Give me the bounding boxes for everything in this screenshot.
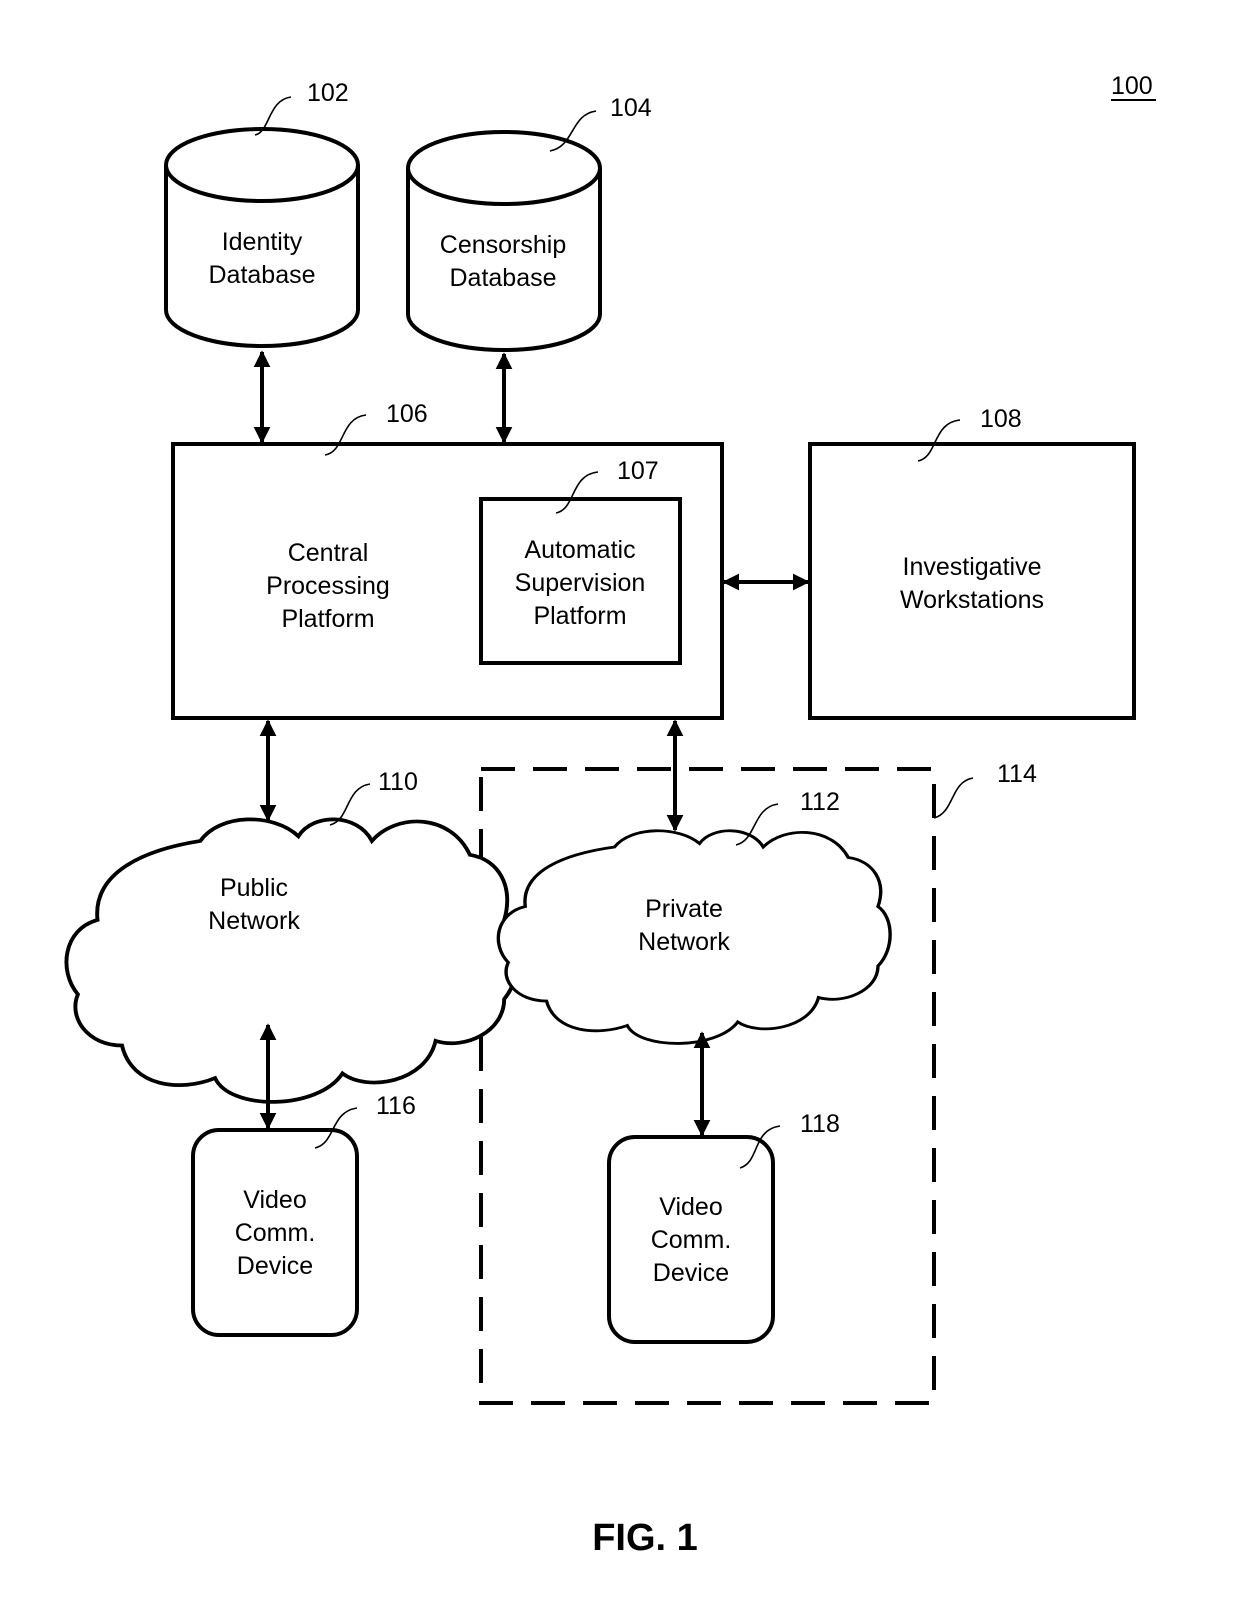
- central-platform-label-line2: Processing: [266, 572, 390, 600]
- investigative-ws-box: [808, 442, 1136, 720]
- ref-108: 108: [980, 405, 1022, 433]
- investigative-ws-label-line2: Workstations: [900, 586, 1044, 614]
- public-network-cloud: [64, 817, 521, 1104]
- public-network[interactable]: [64, 817, 521, 1104]
- central-platform-label-line3: Platform: [281, 605, 374, 633]
- public-network-label-line1: Public: [220, 874, 288, 902]
- identity-db-top: [164, 127, 360, 203]
- automatic-supervision-platform[interactable]: Automatic Supervision Platform: [479, 497, 682, 665]
- video-comm-device-public[interactable]: Video Comm. Device: [191, 1128, 359, 1337]
- figure-caption: FIG. 1: [592, 1517, 698, 1559]
- device-private-label-line1: Video: [659, 1193, 723, 1221]
- supervision-platform-label-line2: Supervision: [515, 569, 646, 597]
- censorship-db-label-line2: Database: [449, 264, 556, 292]
- supervision-platform-label-line1: Automatic: [524, 536, 635, 564]
- central-platform-label-line1: Central: [288, 539, 369, 567]
- private-network-label-line2: Network: [638, 928, 730, 956]
- identity-db-label-line1: Identity: [222, 228, 303, 256]
- leader-114: [933, 777, 974, 819]
- censorship-db-label-line1: Censorship: [440, 231, 566, 259]
- video-comm-device-private[interactable]: Video Comm. Device: [607, 1135, 775, 1344]
- ref-107: 107: [617, 457, 659, 485]
- ref-104: 104: [610, 94, 652, 122]
- patent-diagram: 100 Identity Database 102 Censorship Dat…: [64, 72, 1156, 1559]
- identity-database[interactable]: Identity Database: [164, 127, 360, 348]
- identity-db-label-line2: Database: [208, 261, 315, 289]
- ref-112: 112: [800, 788, 840, 816]
- ref-118: 118: [800, 1110, 840, 1138]
- device-private-label-line2: Comm.: [651, 1226, 732, 1254]
- ref-102: 102: [307, 79, 349, 107]
- device-public-label-line1: Video: [243, 1186, 307, 1214]
- ref-106: 106: [386, 400, 428, 428]
- system-reference: 100: [1111, 72, 1156, 101]
- supervision-platform-label-line3: Platform: [533, 602, 626, 630]
- device-public-label-line3: Device: [237, 1252, 313, 1280]
- system-ref-label: 100: [1111, 72, 1153, 100]
- device-public-label-line2: Comm.: [235, 1219, 316, 1247]
- ref-110: 110: [378, 768, 418, 796]
- device-private-label-line3: Device: [653, 1259, 729, 1287]
- censorship-database[interactable]: Censorship Database: [406, 130, 602, 352]
- censorship-db-top: [406, 130, 602, 206]
- investigative-ws-label-line1: Investigative: [903, 553, 1042, 581]
- ref-114: 114: [997, 760, 1037, 788]
- private-network-label-line1: Private: [645, 895, 723, 923]
- public-network-label-line2: Network: [208, 907, 300, 935]
- investigative-workstations[interactable]: Investigative Workstations: [808, 442, 1136, 720]
- ref-116: 116: [376, 1092, 416, 1120]
